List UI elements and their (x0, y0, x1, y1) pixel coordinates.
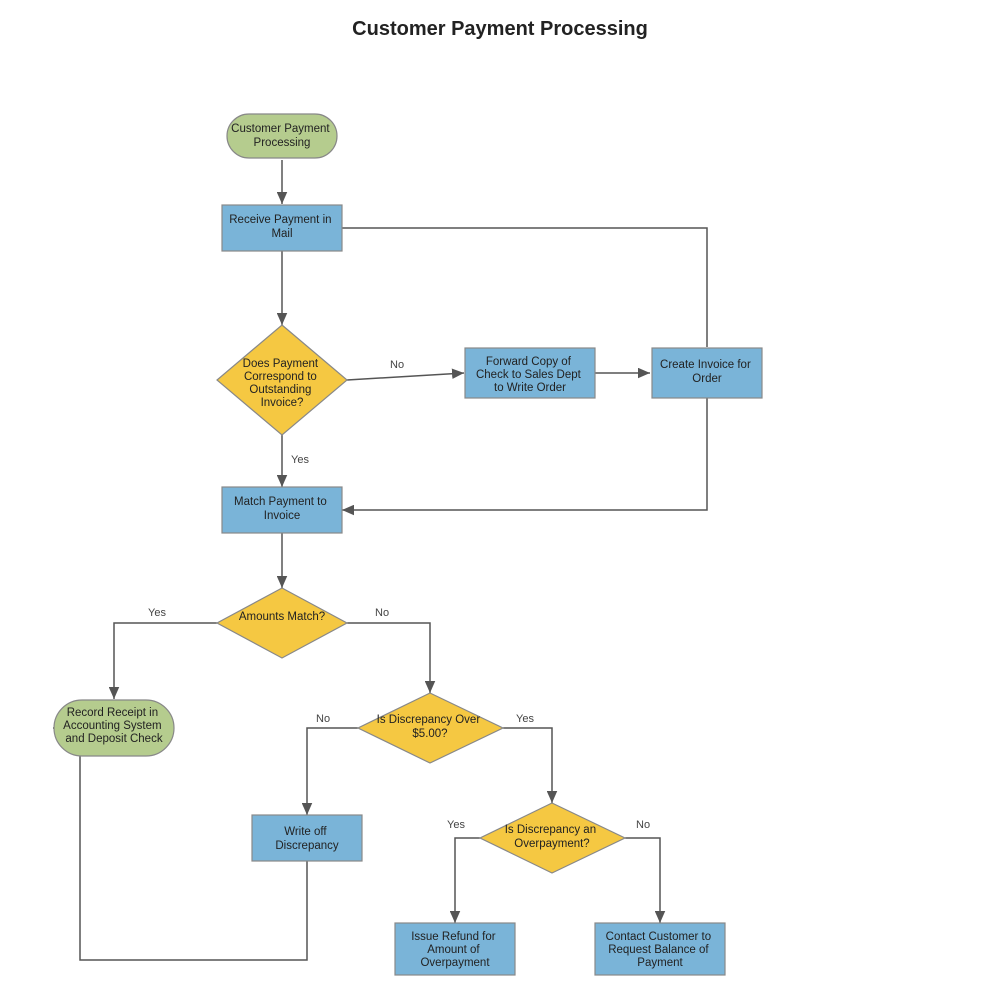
diagram-container: Customer Payment Processing No Yes Yes N… (0, 0, 1000, 1000)
label-no-2: No (375, 607, 389, 619)
label-no-3: No (316, 713, 330, 725)
flowchart: No Yes Yes No No Yes Yes No (0, 0, 1000, 1000)
label-yes-1: Yes (291, 454, 309, 466)
label-yes-2: Yes (148, 607, 166, 619)
node-diamond2-label: Amounts Match? (239, 611, 325, 623)
label-yes-4: Yes (447, 819, 465, 831)
label-yes-3: Yes (516, 713, 534, 725)
label-no-4: No (636, 819, 650, 831)
node-record-label: Record Receipt in Accounting System and … (63, 707, 165, 745)
node-start (227, 114, 337, 158)
label-no-1: No (390, 359, 404, 371)
